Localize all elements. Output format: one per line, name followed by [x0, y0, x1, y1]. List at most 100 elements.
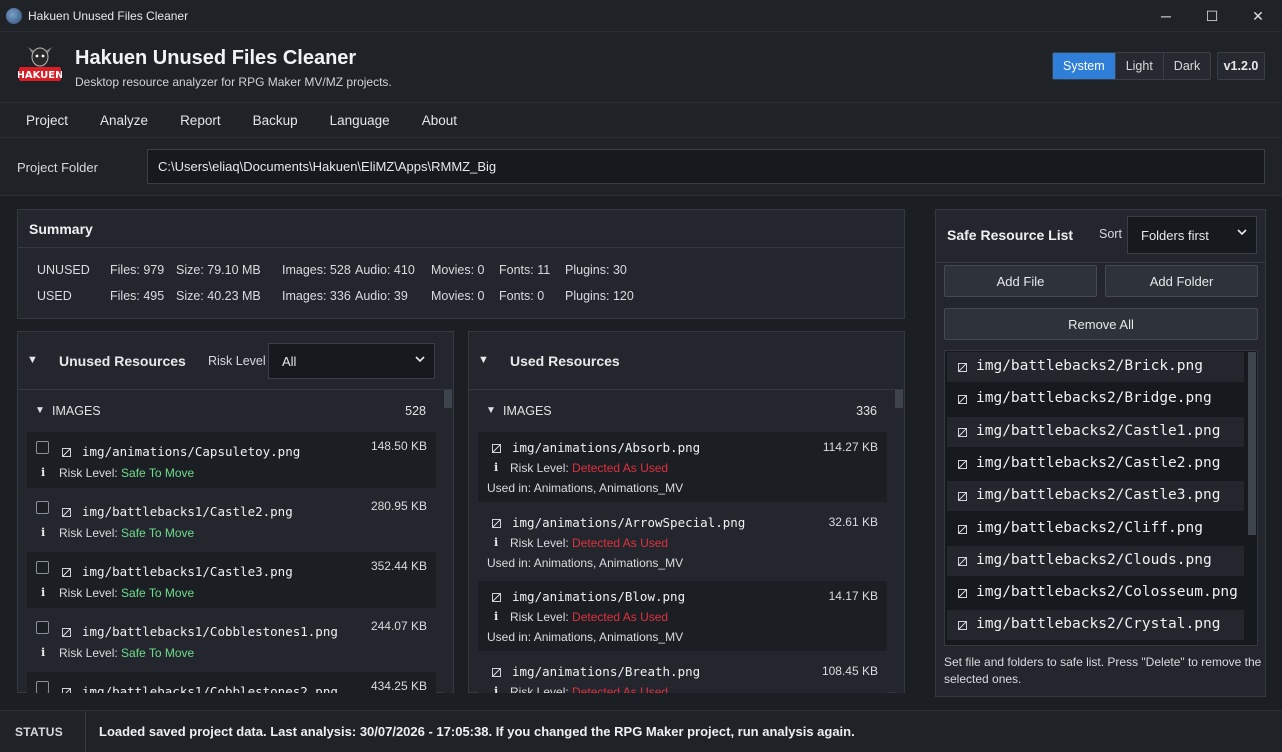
- collapse-icon[interactable]: ▼: [478, 354, 489, 366]
- list-item[interactable]: img/battlebacks1/Castle2.png 280.95 KB i Ri…: [27, 492, 436, 548]
- risk-level-prefix: Risk Level:: [59, 466, 122, 480]
- unused-list[interactable]: ▼ IMAGES 528 img/animations/Capsuletoy.p…: [18, 390, 453, 693]
- menu-language[interactable]: Language: [314, 103, 406, 137]
- minimize-button[interactable]: ─: [1143, 0, 1189, 32]
- summary-unused-size: Size: 79.10 MB: [176, 263, 261, 277]
- add-file-button[interactable]: Add File: [944, 265, 1097, 297]
- status-label: STATUS: [15, 725, 64, 739]
- maximize-button[interactable]: ☐: [1189, 0, 1235, 32]
- file-name: img/battlebacks2/Cliff.png: [976, 519, 1203, 536]
- safe-list-item[interactable]: img/battlebacks2/Bridge.png: [947, 384, 1244, 414]
- image-file-icon: [62, 688, 71, 693]
- list-item[interactable]: img/battlebacks1/Cobblestones2.png 434.25…: [27, 672, 436, 693]
- risk-level-value: Safe To Move: [121, 646, 195, 660]
- file-name: img/animations/Capsuletoy.png: [82, 444, 301, 459]
- group-name: IMAGES: [52, 404, 101, 418]
- select-checkbox[interactable]: [36, 501, 49, 514]
- safe-list-item[interactable]: img/battlebacks2/Colosseum.png: [947, 578, 1244, 608]
- list-item[interactable]: img/animations/Capsuletoy.png 148.50 KB i R…: [27, 432, 436, 488]
- select-checkbox[interactable]: [36, 441, 49, 454]
- risk-level-text: Risk Level: Safe To Move: [59, 526, 194, 540]
- image-file-icon: [492, 518, 501, 528]
- file-size: 108.45 KB: [821, 663, 878, 678]
- image-file-icon: [62, 628, 71, 637]
- used-resources-panel: ▼ Used Resources ▼ IMAGES 336 img/animat…: [468, 331, 905, 693]
- group-collapse-icon[interactable]: ▼: [35, 405, 45, 416]
- risk-level-prefix: Risk Level:: [510, 461, 573, 475]
- risk-level-value: Detected As Used: [572, 461, 669, 475]
- used-scrollbar[interactable]: [895, 390, 903, 693]
- file-name: img/battlebacks2/Castle1.png: [976, 422, 1221, 439]
- unused-scrollbar[interactable]: [444, 390, 452, 693]
- file-name: img/battlebacks2/Brick.png: [976, 358, 1203, 374]
- status-bar: STATUS Loaded saved project data. Last a…: [0, 710, 1282, 752]
- group-collapse-icon[interactable]: ▼: [486, 405, 496, 416]
- risk-level-select[interactable]: All: [268, 343, 435, 379]
- group-count: 528: [405, 404, 426, 418]
- info-icon: i: [41, 586, 46, 599]
- select-checkbox[interactable]: [36, 681, 49, 693]
- summary-unused-label: UNUSED: [37, 263, 90, 277]
- select-checkbox[interactable]: [36, 621, 49, 634]
- image-file-icon: [492, 593, 501, 602]
- add-folder-button[interactable]: Add Folder: [1105, 265, 1258, 297]
- version-badge: v1.2.0: [1217, 52, 1265, 80]
- safe-list-item[interactable]: img/battlebacks2/Brick.png: [947, 352, 1244, 382]
- used-group-images[interactable]: ▼ IMAGES 336: [469, 404, 904, 422]
- theme-system-button[interactable]: System: [1053, 53, 1116, 79]
- menu-analyze[interactable]: Analyze: [84, 103, 164, 137]
- list-item[interactable]: img/battlebacks1/Cobblestones1.png 244.07…: [27, 612, 436, 668]
- sort-select[interactable]: Folders first: [1127, 216, 1257, 254]
- image-file-icon: [62, 448, 71, 457]
- safe-list-scrollbar-thumb[interactable]: [1248, 352, 1256, 535]
- info-icon: i: [494, 684, 499, 694]
- unused-group-images[interactable]: ▼ IMAGES 528: [18, 404, 453, 422]
- risk-level-prefix: Risk Level:: [59, 646, 122, 660]
- file-name: img/battlebacks1/Castle2.png: [82, 504, 293, 519]
- safe-list-item[interactable]: img/battlebacks2/Clouds.png: [947, 545, 1244, 576]
- used-scrollbar-thumb[interactable]: [895, 390, 903, 408]
- safe-list-item[interactable]: img/battlebacks2/Crystal.png: [947, 610, 1244, 641]
- summary-used-size: Size: 40.23 MB: [176, 289, 261, 303]
- app-title: Hakuen Unused Files Cleaner: [75, 47, 357, 69]
- theme-dark-button[interactable]: Dark: [1163, 53, 1211, 79]
- used-in-text: Used in: Animations, Animations_MV: [487, 481, 684, 495]
- close-button[interactable]: ✕: [1235, 0, 1281, 32]
- safe-list-item[interactable]: img/battlebacks2/Cliff.png: [947, 514, 1244, 544]
- file-name: img/battlebacks1/Cobblestones1.png: [82, 624, 338, 639]
- list-item[interactable]: img/animations/Blow.png 14.17 KB i Risk Lev…: [478, 581, 887, 651]
- menu-project[interactable]: Project: [10, 103, 84, 137]
- safe-list-item[interactable]: img/battlebacks2/Castle2.png: [947, 449, 1244, 479]
- risk-level-prefix: Risk Level:: [59, 586, 122, 600]
- safe-list[interactable]: img/battlebacks2/Brick.png img/battleback…: [944, 350, 1258, 646]
- risk-level-text: Risk Level: Safe To Move: [59, 646, 194, 660]
- select-checkbox[interactable]: [36, 561, 49, 574]
- remove-all-button[interactable]: Remove All: [944, 308, 1258, 340]
- chevron-down-icon: [414, 353, 426, 368]
- list-item[interactable]: img/animations/ArrowSpecial.png 32.61 KB i…: [478, 506, 887, 577]
- menu-about[interactable]: About: [406, 103, 473, 137]
- summary-used-images: Images: 336: [282, 289, 351, 303]
- safe-list-item[interactable]: img/battlebacks2/Castle3.png: [947, 481, 1244, 512]
- info-icon: i: [41, 646, 46, 659]
- safe-list-item[interactable]: img/battlebacks2/Castle1.png: [947, 416, 1244, 447]
- summary-unused-movies: Movies: 0: [431, 263, 485, 277]
- collapse-icon[interactable]: ▼: [27, 354, 38, 366]
- list-item[interactable]: img/animations/Absorb.png 114.27 KB i Risk …: [478, 432, 887, 502]
- risk-level-text: Risk Level: Safe To Move: [59, 586, 194, 600]
- unused-scrollbar-thumb[interactable]: [444, 390, 452, 408]
- project-folder-input[interactable]: [147, 149, 1265, 184]
- unused-panel-header: ▼ Unused Resources Risk Level All: [18, 332, 453, 390]
- image-file-icon: [958, 363, 967, 372]
- divider: [85, 711, 86, 752]
- theme-light-button[interactable]: Light: [1115, 53, 1164, 79]
- file-size: 32.61 KB: [828, 514, 878, 529]
- list-item[interactable]: img/animations/Breath.png 108.45 KB i Risk …: [478, 655, 887, 694]
- file-name: img/animations/Blow.png: [512, 589, 686, 604]
- menu-backup[interactable]: Backup: [237, 103, 314, 137]
- summary-used-files: Files: 495: [110, 289, 165, 303]
- file-name: img/battlebacks1/Cobblestones2.png: [82, 684, 338, 693]
- menu-report[interactable]: Report: [164, 103, 237, 137]
- list-item[interactable]: img/battlebacks1/Castle3.png 352.44 KB i Ri…: [27, 552, 436, 608]
- used-list[interactable]: ▼ IMAGES 336 img/animations/Absorb.png 11…: [469, 390, 904, 693]
